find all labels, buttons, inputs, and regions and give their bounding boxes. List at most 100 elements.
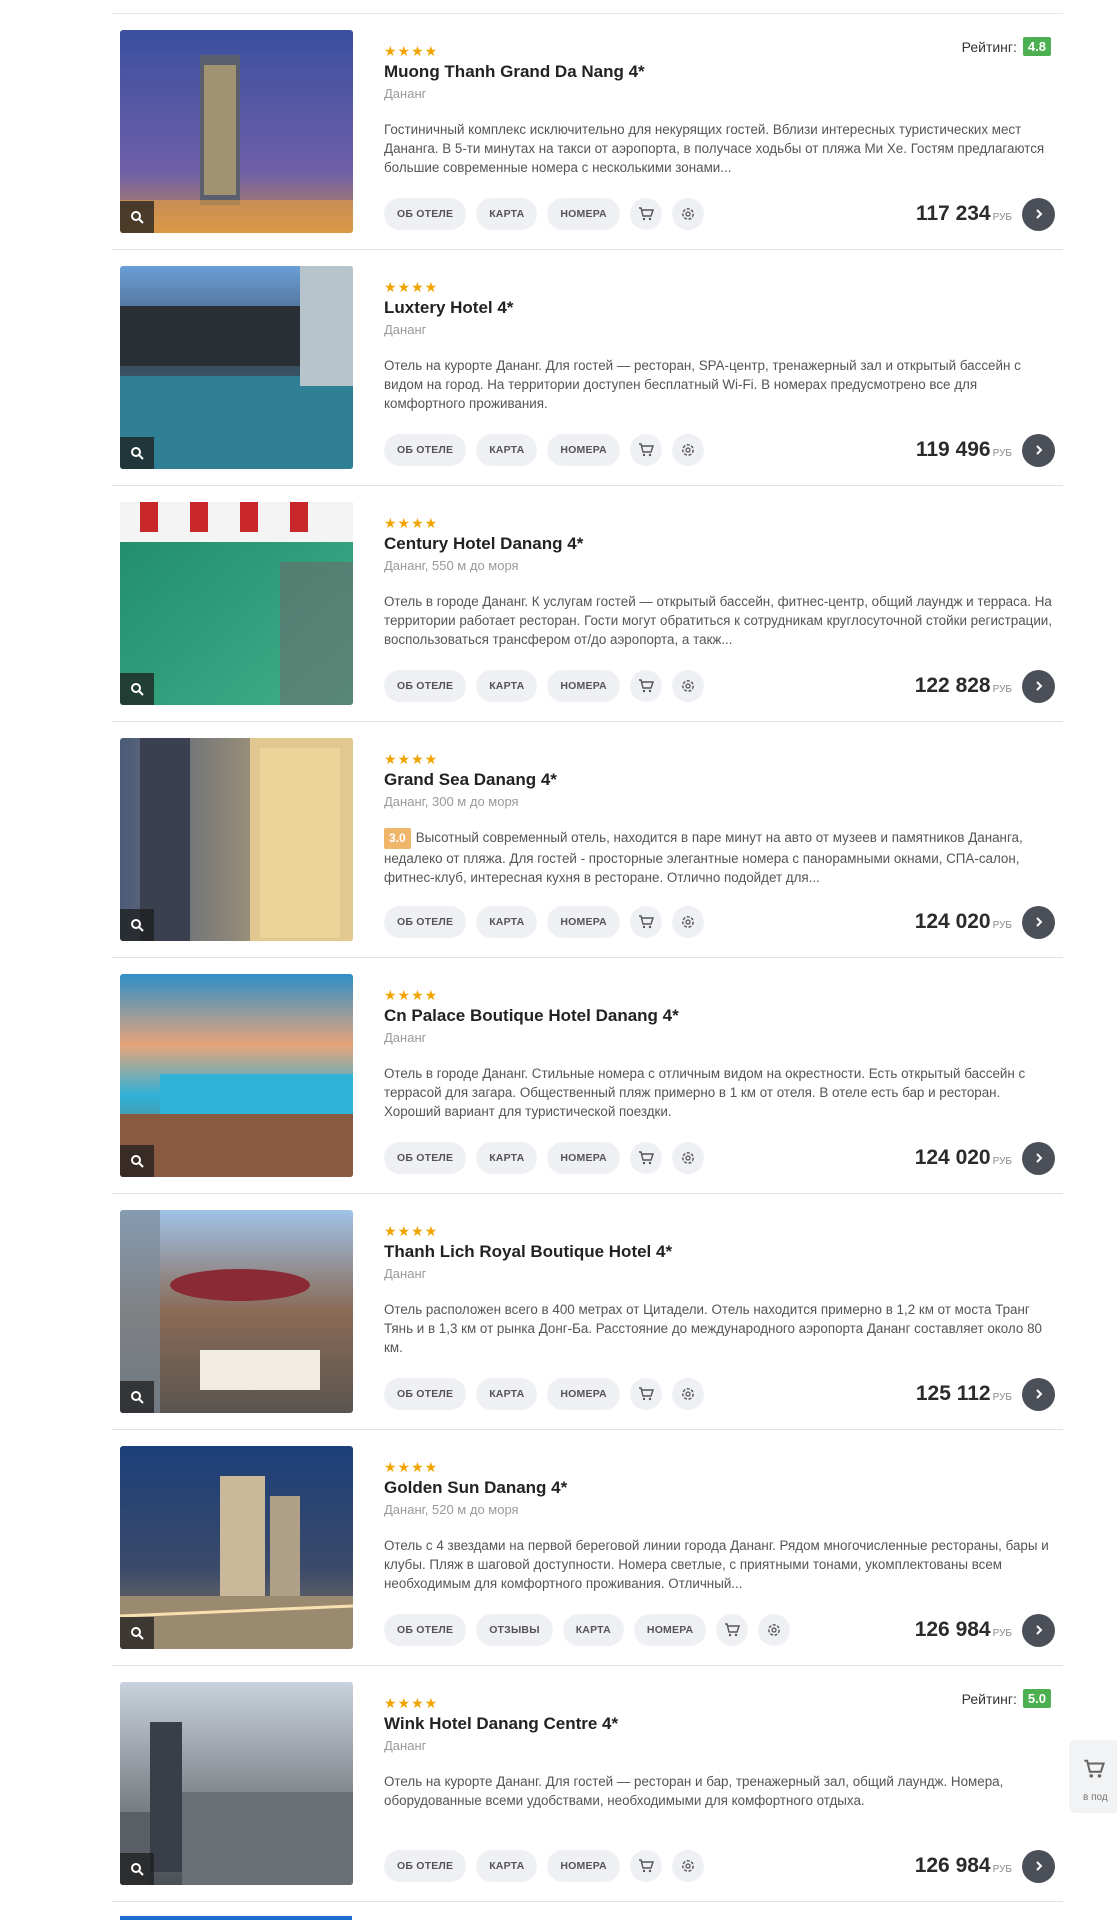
hotel-description: Отель на курорте Дананг. Для гостей — ре… — [384, 1772, 1052, 1829]
hotel-name[interactable]: Century Hotel Danang 4* — [384, 534, 583, 554]
about-hotel-button[interactable]: ОБ ОТЕЛЕ — [384, 198, 467, 230]
hotel-photo[interactable] — [120, 266, 353, 469]
rooms-button[interactable]: НОМЕРА — [547, 906, 620, 938]
next-hotel-photo-edge — [120, 1916, 352, 1920]
cart-icon[interactable] — [629, 670, 662, 702]
settings-icon[interactable] — [758, 1614, 791, 1646]
chevron-right-icon[interactable] — [1022, 1141, 1055, 1175]
map-button[interactable]: КАРТА — [476, 670, 538, 702]
cart-tab-label: в под — [1083, 1792, 1108, 1803]
search-icon[interactable] — [120, 1853, 154, 1885]
settings-icon[interactable] — [671, 906, 704, 938]
rooms-button[interactable]: НОМЕРА — [547, 434, 620, 466]
hotel-name[interactable]: Grand Sea Danang 4* — [384, 770, 557, 790]
star-rating: ★★★★ — [384, 987, 439, 1003]
map-button[interactable]: КАРТА — [476, 434, 538, 466]
map-button[interactable]: КАРТА — [476, 1142, 538, 1174]
hotel-photo[interactable] — [120, 502, 353, 705]
price-block: 125 112 РУБ — [916, 1377, 1055, 1411]
hotel-actions: ОБ ОТЕЛЕ ОТЗЫВЫ КАРТА НОМЕРА — [384, 1614, 791, 1646]
hotel-price: 119 496 — [915, 438, 991, 461]
rooms-button[interactable]: НОМЕРА — [547, 198, 620, 230]
chevron-right-icon[interactable] — [1022, 669, 1055, 703]
rating-score: Рейтинг: 5.0 — [962, 1689, 1051, 1708]
currency: РУБ — [992, 1627, 1012, 1639]
about-hotel-button[interactable]: ОБ ОТЕЛЕ — [384, 1142, 467, 1174]
rooms-button[interactable]: НОМЕРА — [547, 1378, 620, 1410]
about-hotel-button[interactable]: ОБ ОТЕЛЕ — [384, 1614, 467, 1646]
settings-icon[interactable] — [671, 1378, 704, 1410]
cart-icon[interactable] — [629, 198, 662, 230]
about-hotel-button[interactable]: ОБ ОТЕЛЕ — [384, 670, 467, 702]
hotel-card: ★★★★ Thanh Lich Royal Boutique Hotel 4* … — [112, 1194, 1063, 1430]
hotel-description: Отель с 4 звездами на первой береговой л… — [384, 1536, 1052, 1593]
hotel-location: Дананг, 520 м до моря — [384, 1502, 519, 1517]
hotel-name[interactable]: Muong Thanh Grand Da Nang 4* — [384, 62, 645, 82]
chevron-right-icon[interactable] — [1022, 1613, 1055, 1647]
settings-icon[interactable] — [671, 1142, 704, 1174]
hotel-actions: ОБ ОТЕЛЕ КАРТА НОМЕРА — [384, 434, 704, 466]
search-icon[interactable] — [120, 1145, 154, 1177]
reviews-button[interactable]: ОТЗЫВЫ — [476, 1614, 553, 1646]
cart-icon[interactable] — [629, 1378, 662, 1410]
hotel-actions: ОБ ОТЕЛЕ КАРТА НОМЕРА — [384, 670, 704, 702]
rooms-button[interactable]: НОМЕРА — [633, 1614, 707, 1646]
star-rating: ★★★★ — [384, 515, 439, 531]
hotel-photo[interactable] — [120, 1446, 353, 1649]
chevron-right-icon[interactable] — [1022, 1849, 1055, 1883]
map-button[interactable]: КАРТА — [476, 906, 538, 938]
star-rating: ★★★★ — [384, 751, 439, 767]
chevron-right-icon[interactable] — [1022, 433, 1055, 467]
price-block: 124 020 РУБ — [915, 1141, 1055, 1175]
chevron-right-icon[interactable] — [1022, 905, 1055, 939]
map-button[interactable]: КАРТА — [476, 198, 538, 230]
hotel-name[interactable]: Golden Sun Danang 4* — [384, 1478, 567, 1498]
cart-icon[interactable] — [716, 1614, 749, 1646]
chevron-right-icon[interactable] — [1022, 197, 1055, 231]
rooms-button[interactable]: НОМЕРА — [547, 1850, 620, 1882]
hotel-price: 126 984 — [914, 1618, 991, 1641]
rooms-button[interactable]: НОМЕРА — [547, 1142, 620, 1174]
about-hotel-button[interactable]: ОБ ОТЕЛЕ — [384, 434, 467, 466]
hotel-name[interactable]: Cn Palace Boutique Hotel Danang 4* — [384, 1006, 679, 1026]
currency: РУБ — [992, 1391, 1012, 1403]
rooms-button[interactable]: НОМЕРА — [547, 670, 620, 702]
search-icon[interactable] — [120, 673, 154, 705]
hotel-actions: ОБ ОТЕЛЕ КАРТА НОМЕРА — [384, 1142, 704, 1174]
search-icon[interactable] — [120, 909, 154, 941]
price-block: 119 496 РУБ — [915, 433, 1055, 467]
search-icon[interactable] — [120, 201, 154, 233]
map-button[interactable]: КАРТА — [562, 1614, 624, 1646]
hotel-photo[interactable] — [120, 30, 353, 233]
about-hotel-button[interactable]: ОБ ОТЕЛЕ — [384, 1850, 467, 1882]
search-icon[interactable] — [120, 1381, 154, 1413]
cart-icon[interactable] — [629, 906, 662, 938]
star-rating: ★★★★ — [384, 1223, 439, 1239]
hotel-name[interactable]: Luxtery Hotel 4* — [384, 298, 513, 318]
settings-icon[interactable] — [671, 670, 704, 702]
search-icon[interactable] — [120, 1617, 154, 1649]
hotel-photo[interactable] — [120, 1210, 353, 1413]
rating-value: 5.0 — [1022, 1689, 1051, 1708]
settings-icon[interactable] — [671, 1850, 704, 1882]
currency: РУБ — [992, 447, 1012, 459]
about-hotel-button[interactable]: ОБ ОТЕЛЕ — [384, 1378, 467, 1410]
hotel-actions: ОБ ОТЕЛЕ КАРТА НОМЕРА — [384, 198, 704, 230]
map-button[interactable]: КАРТА — [476, 1850, 538, 1882]
cart-icon[interactable] — [629, 434, 662, 466]
hotel-name[interactable]: Thanh Lich Royal Boutique Hotel 4* — [384, 1242, 672, 1262]
hotel-photo[interactable] — [120, 974, 353, 1177]
settings-icon[interactable] — [671, 434, 704, 466]
cart-icon[interactable] — [629, 1142, 662, 1174]
hotel-photo[interactable] — [120, 738, 353, 941]
map-button[interactable]: КАРТА — [476, 1378, 538, 1410]
hotel-name[interactable]: Wink Hotel Danang Centre 4* — [384, 1714, 618, 1734]
about-hotel-button[interactable]: ОБ ОТЕЛЕ — [384, 906, 467, 938]
chevron-right-icon[interactable] — [1022, 1377, 1055, 1411]
hotel-photo[interactable] — [120, 1682, 353, 1885]
floating-cart-tab[interactable]: в под — [1069, 1740, 1117, 1813]
search-icon[interactable] — [120, 437, 154, 469]
hotel-description: 3.0 Высотный современный отель, находится… — [384, 828, 1052, 885]
cart-icon[interactable] — [629, 1850, 662, 1882]
settings-icon[interactable] — [671, 198, 704, 230]
